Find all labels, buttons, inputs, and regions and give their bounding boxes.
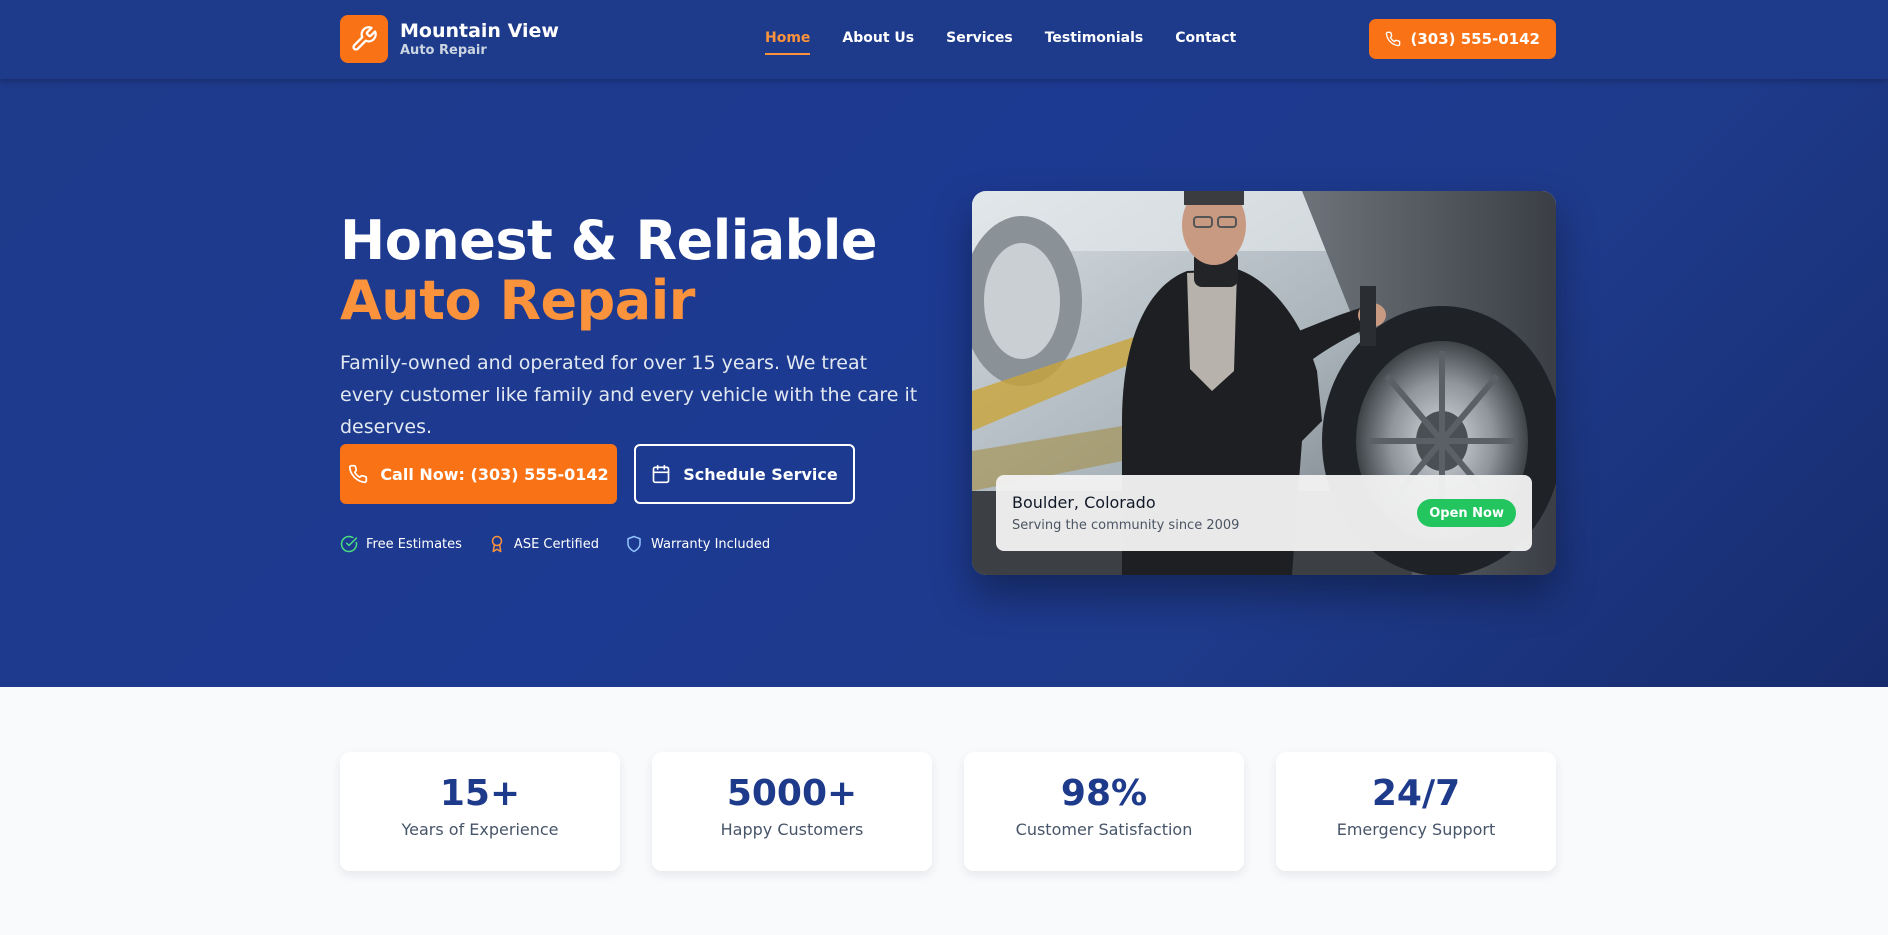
open-status-badge: Open Now	[1417, 499, 1516, 527]
stat-label: Emergency Support	[1336, 820, 1496, 839]
hero-title-highlight: Auto Repair	[340, 269, 695, 332]
badge-label: Free Estimates	[366, 536, 462, 552]
stat-value: 24/7	[1371, 773, 1461, 814]
shield-icon	[627, 535, 641, 553]
stats-section: 15+ Years of Experience 5000+ Happy Cust…	[340, 752, 1556, 871]
calendar-icon	[652, 464, 670, 484]
location-title: Boulder, Colorado	[1012, 493, 1156, 512]
phone-icon	[349, 464, 368, 484]
phone-icon	[1386, 31, 1401, 47]
badge-label: ASE Certified	[513, 536, 599, 552]
header-phone-number: (303) 555-0142	[1410, 30, 1540, 48]
badge-free-estimates: Free Estimates	[340, 535, 462, 553]
hero-title: Honest & Reliable	[340, 209, 877, 272]
trust-badges: Free Estimates ASE Certified Warranty In…	[340, 535, 796, 553]
header-phone-button[interactable]: (303) 555-0142	[1369, 19, 1556, 59]
brand-tagline: Auto Repair	[400, 42, 487, 58]
stat-card: 5000+ Happy Customers	[652, 752, 932, 871]
location-card: Boulder, Colorado Serving the community …	[996, 475, 1532, 551]
hero-description: Family-owned and operated for over 15 ye…	[340, 352, 918, 438]
call-now-label: Call Now: (303) 555-0142	[380, 464, 609, 484]
award-icon	[491, 535, 503, 553]
hero-section: Honest & Reliable Auto Repair Family-own…	[0, 79, 1888, 687]
mechanic-photo: Boulder, Colorado Serving the community …	[972, 191, 1556, 575]
brand-logo[interactable]: Mountain View Auto Repair	[340, 15, 559, 63]
stat-card: 98% Customer Satisfaction	[964, 752, 1244, 871]
stat-value: 98%	[1060, 773, 1148, 814]
nav-link-contact[interactable]: Contact	[1175, 30, 1236, 46]
badge-label: Warranty Included	[650, 536, 771, 552]
stat-card: 15+ Years of Experience	[340, 752, 620, 871]
schedule-service-label: Schedule Service	[683, 464, 838, 484]
stat-value: 15+	[439, 773, 521, 814]
schedule-service-button[interactable]: Schedule Service	[634, 444, 855, 504]
wrench-icon	[340, 15, 388, 63]
brand-name: Mountain View	[400, 19, 559, 42]
check-circle-icon	[340, 535, 358, 553]
navbar-container: Mountain View Auto Repair Home About Us …	[340, 0, 1556, 79]
stat-value: 5000+	[726, 773, 858, 814]
stat-label: Years of Experience	[401, 820, 559, 839]
main-menu: Home About Us Services Testimonials Cont…	[765, 30, 1268, 55]
badge-ase-certified: ASE Certified	[488, 535, 599, 553]
top-navbar: Mountain View Auto Repair Home About Us …	[0, 0, 1888, 79]
nav-link-home[interactable]: Home	[765, 30, 811, 55]
stat-card: 24/7 Emergency Support	[1276, 752, 1556, 871]
stat-label: Happy Customers	[720, 820, 864, 839]
nav-link-about-us[interactable]: About Us	[842, 30, 914, 46]
hero-cta-group: Call Now: (303) 555-0142 Schedule Servic…	[340, 444, 855, 504]
nav-link-testimonials[interactable]: Testimonials	[1045, 30, 1144, 46]
nav-link-services[interactable]: Services	[946, 30, 1013, 46]
stat-label: Customer Satisfaction	[1015, 820, 1193, 839]
call-now-button[interactable]: Call Now: (303) 555-0142	[340, 444, 617, 504]
location-subtitle: Serving the community since 2009	[1012, 518, 1240, 533]
badge-warranty-included: Warranty Included	[625, 535, 770, 553]
hero-copy: Honest & Reliable Auto Repair Family-own…	[340, 211, 920, 443]
